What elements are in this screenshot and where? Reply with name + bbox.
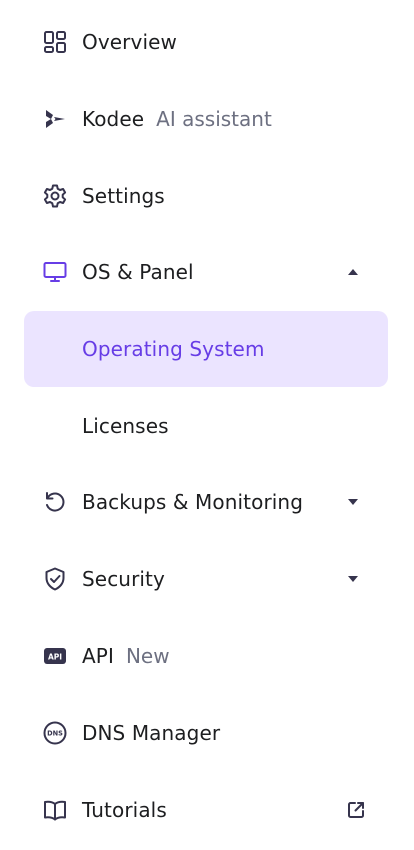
- chevron-down-icon[interactable]: [344, 493, 362, 511]
- sidebar-subitem-operating-system[interactable]: Operating System: [24, 311, 388, 387]
- sidebar-item-label: Backups & Monitoring: [82, 490, 303, 514]
- new-tag: New: [125, 644, 170, 668]
- chevron-up-icon[interactable]: [344, 263, 362, 281]
- chevron-down-icon[interactable]: [344, 570, 362, 588]
- sidebar-item-kodee[interactable]: Kodee AI assistant: [24, 81, 388, 157]
- svg-text:DNS: DNS: [47, 730, 63, 738]
- svg-text:API: API: [48, 652, 62, 661]
- gear-icon: [42, 183, 68, 209]
- grid-icon: [42, 29, 68, 55]
- sidebar-item-label: Overview: [82, 30, 177, 54]
- sidebar-item-label: Operating System: [82, 337, 265, 361]
- sidebar-item-label: OS & Panel: [82, 260, 194, 284]
- sidebar-subitem-licenses[interactable]: Licenses: [24, 388, 388, 464]
- sidebar-item-os-panel[interactable]: OS & Panel: [24, 234, 388, 310]
- sidebar-item-label: API: [82, 644, 114, 668]
- sidebar-item-label: Kodee: [82, 107, 145, 131]
- sidebar-item-label: Security: [82, 567, 165, 591]
- shield-icon: [42, 566, 68, 592]
- external-link-icon[interactable]: [346, 800, 366, 820]
- sidebar-item-security[interactable]: Security: [24, 541, 388, 617]
- sidebar-item-settings[interactable]: Settings: [24, 158, 388, 234]
- sidebar-nav: Overview Kodee AI assistant Settings OS …: [0, 0, 414, 850]
- sidebar-item-tutorials[interactable]: Tutorials: [24, 772, 388, 848]
- sidebar-item-overview[interactable]: Overview: [24, 4, 388, 80]
- sidebar-item-dns-manager[interactable]: DNS DNS Manager: [24, 695, 388, 771]
- monitor-icon: [42, 259, 68, 285]
- sidebar-item-backups-monitoring[interactable]: Backups & Monitoring: [24, 464, 388, 540]
- sidebar-item-label: Settings: [82, 184, 165, 208]
- sidebar-item-label: DNS Manager: [82, 721, 221, 745]
- kodee-icon: [42, 106, 68, 132]
- dns-icon: DNS: [42, 720, 68, 746]
- book-icon: [42, 797, 68, 823]
- sidebar-item-api[interactable]: API API New: [24, 618, 388, 694]
- sidebar-item-label: Licenses: [82, 414, 169, 438]
- ai-assistant-tag: AI assistant: [156, 107, 272, 131]
- sidebar-item-label: Tutorials: [82, 798, 167, 822]
- restore-icon: [42, 489, 68, 515]
- api-icon: API: [42, 643, 68, 669]
